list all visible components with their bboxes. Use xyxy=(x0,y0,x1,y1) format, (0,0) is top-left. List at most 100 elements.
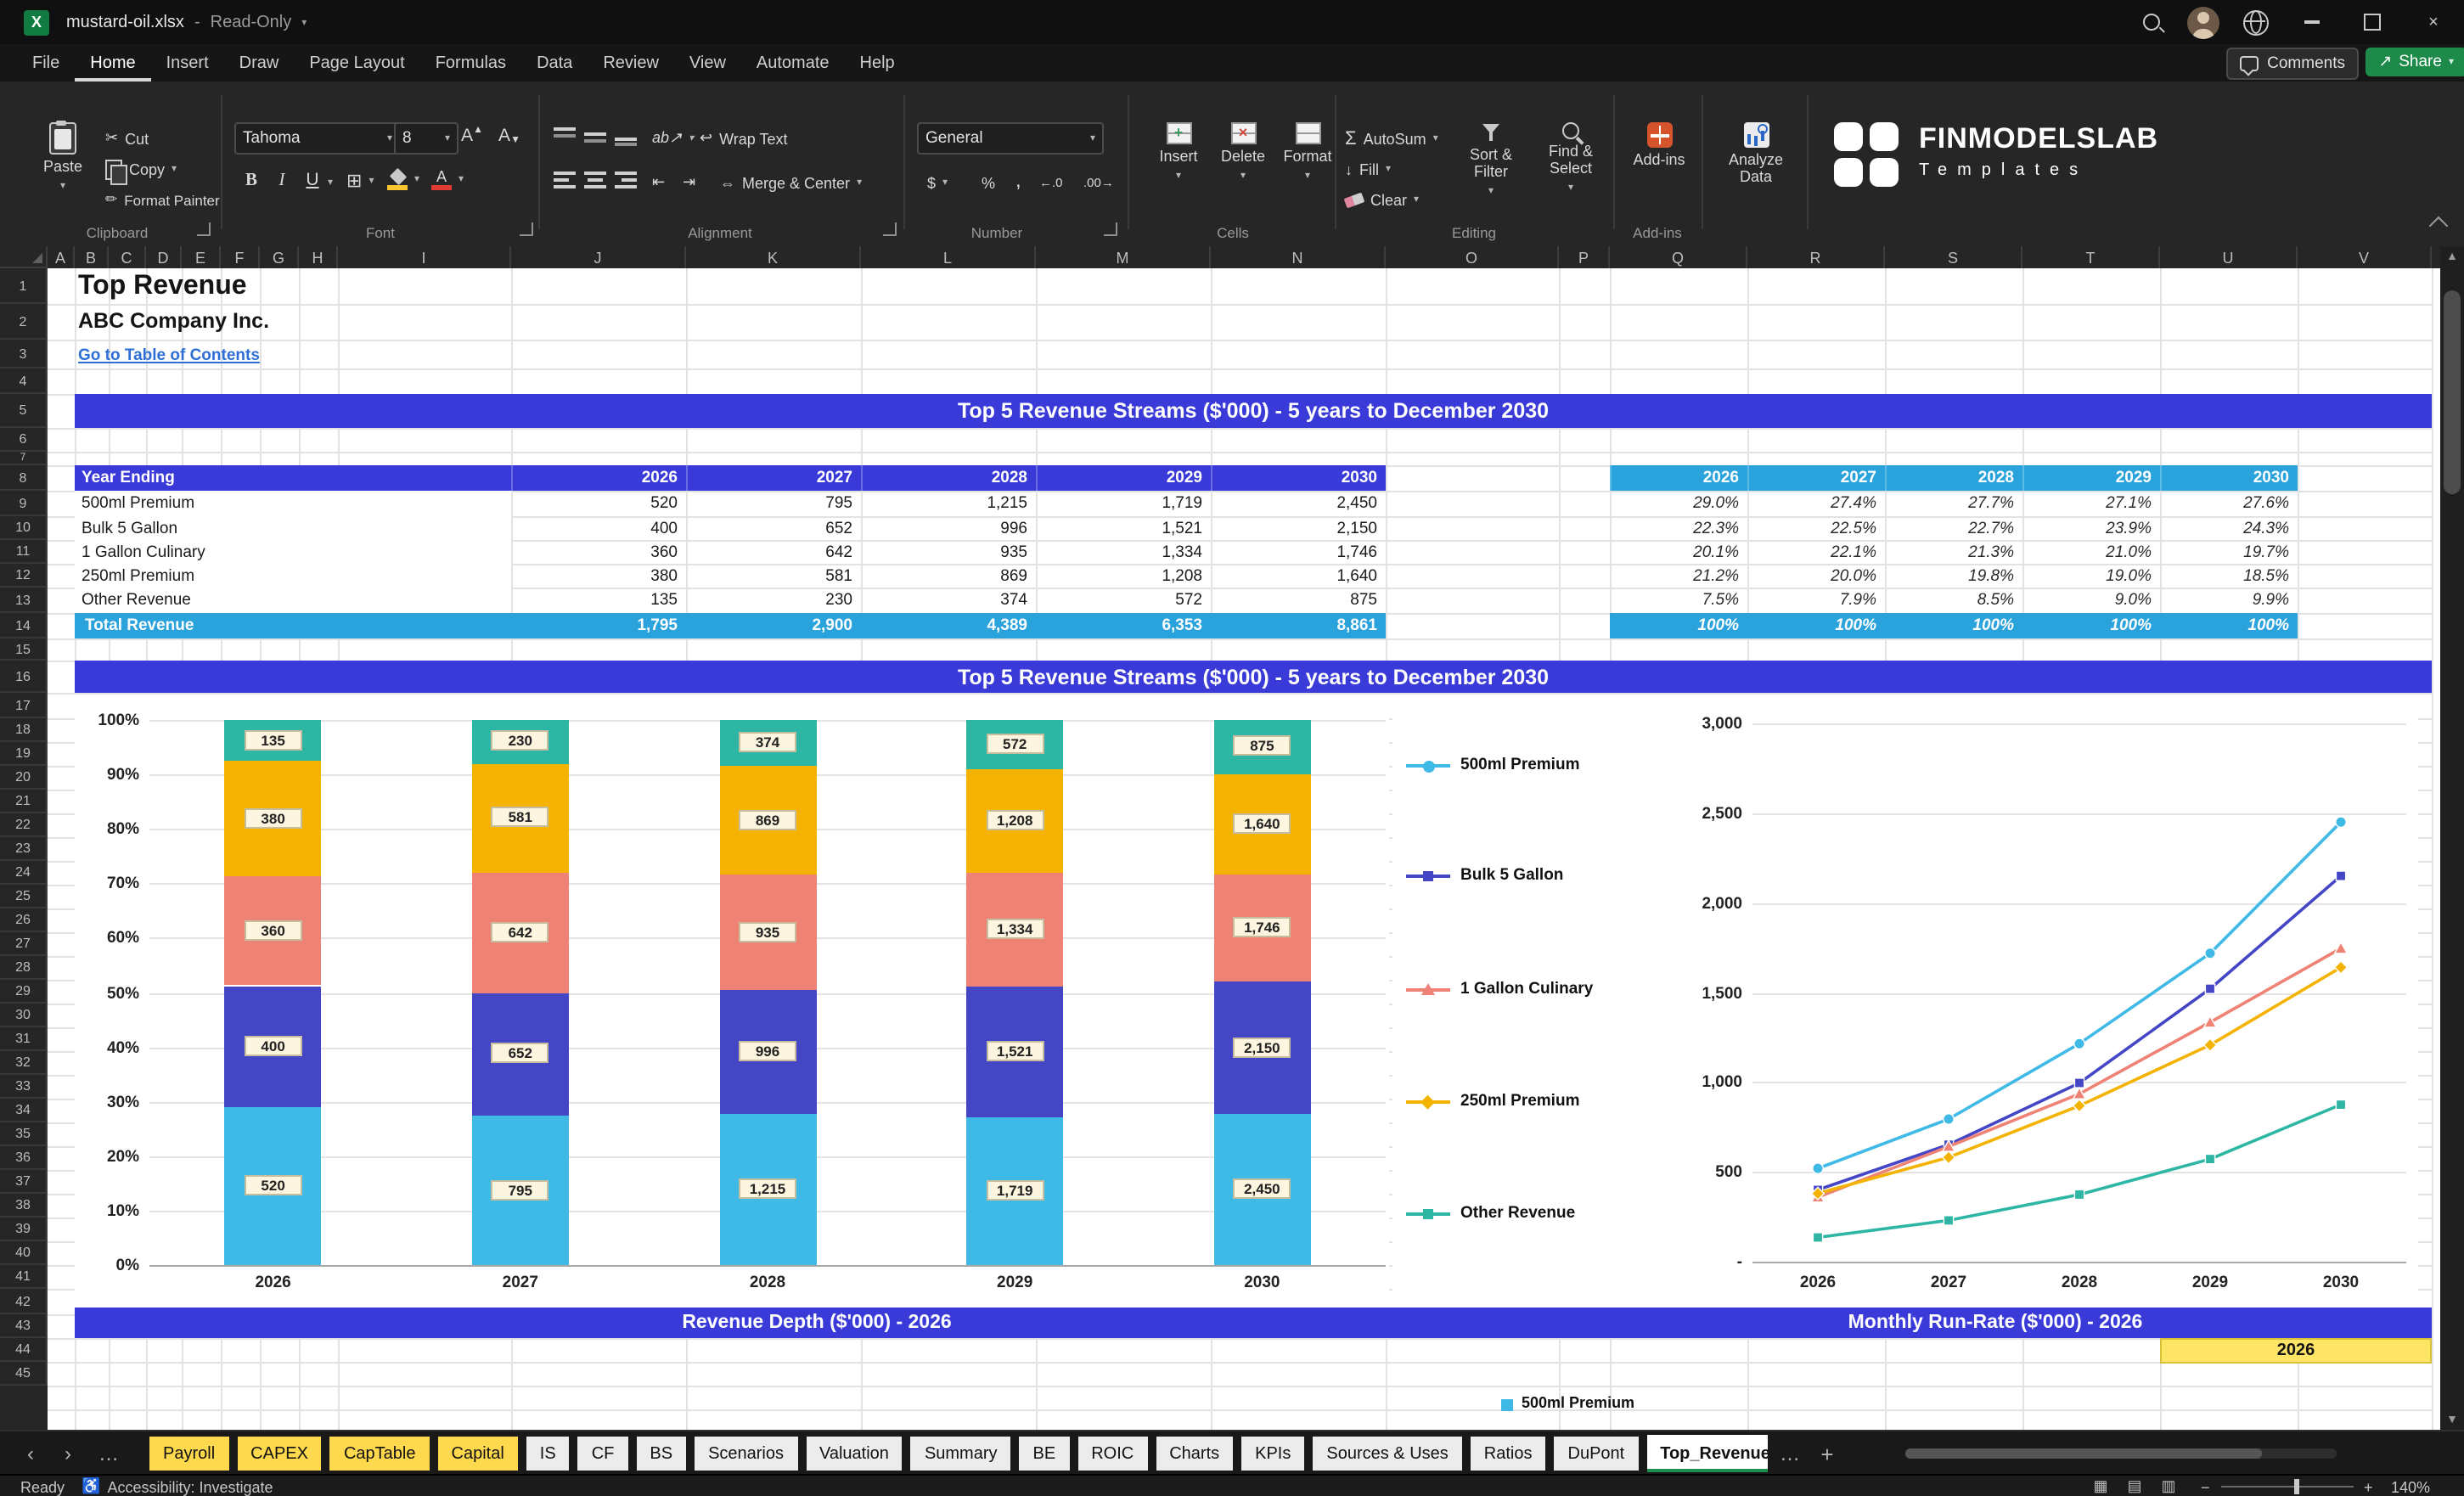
sheet-tab-bs[interactable]: BS xyxy=(636,1437,686,1471)
table-total-cell[interactable]: 6,353 xyxy=(1036,613,1211,638)
table-cell[interactable]: 581 xyxy=(686,564,861,588)
sheet-tab-top-revenue[interactable]: Top_Revenue xyxy=(1646,1435,1768,1472)
table-total-cell[interactable]: 2,900 xyxy=(686,613,861,638)
mix-header-year[interactable]: 2030 xyxy=(2160,465,2298,491)
add-sheet-button[interactable]: + xyxy=(1810,1431,1844,1476)
vertical-scroll-thumb[interactable] xyxy=(2444,290,2461,494)
italic-button[interactable]: I xyxy=(268,166,295,194)
row-header-22[interactable]: 22 xyxy=(0,813,48,837)
toc-link[interactable]: Go to Table of Contents xyxy=(78,346,260,365)
table-cell[interactable]: 1,640 xyxy=(1211,564,1386,588)
underline-caret-icon[interactable]: ▾ xyxy=(328,177,333,188)
table-row-label[interactable]: 500ml Premium xyxy=(75,491,511,516)
row-header-15[interactable]: 15 xyxy=(0,638,48,661)
row-header-24[interactable]: 24 xyxy=(0,861,48,885)
company-name[interactable]: ABC Company Inc. xyxy=(78,309,269,333)
comments-button[interactable]: Comments xyxy=(2226,48,2359,80)
mix-cell[interactable]: 21.2% xyxy=(1610,564,1747,588)
zoom-in-button[interactable]: + xyxy=(2364,1476,2373,1496)
column-header-J[interactable]: J xyxy=(511,246,686,268)
column-header-I[interactable]: I xyxy=(338,246,511,268)
accounting-format-button[interactable]: $▾ xyxy=(927,170,948,195)
banner-top-revenue-streams[interactable]: Top 5 Revenue Streams ($'000) - 5 years … xyxy=(75,394,2432,428)
column-header-A[interactable]: A xyxy=(48,246,75,268)
row-header-42[interactable]: 42 xyxy=(0,1289,48,1314)
table-cell[interactable]: 400 xyxy=(511,516,686,540)
font-dialog-launcher[interactable] xyxy=(520,222,533,236)
table-header-year[interactable]: 2027 xyxy=(686,465,861,491)
alignment-dialog-launcher[interactable] xyxy=(883,222,897,236)
mix-cell[interactable]: 9.0% xyxy=(2022,588,2160,613)
maximize-button[interactable] xyxy=(2342,0,2403,44)
borders-button[interactable]: ⊞▾ xyxy=(346,168,374,194)
page-layout-view-button[interactable]: ▤ xyxy=(2121,1477,2148,1496)
merge-center-button[interactable]: ⇔Merge & Center▾ xyxy=(720,170,862,195)
mix-total-cell[interactable]: 100% xyxy=(1747,613,1885,638)
sort-filter-button[interactable]: Sort & Filter▾ xyxy=(1454,122,1528,200)
table-cell[interactable]: 869 xyxy=(861,564,1036,588)
decrease-font-button[interactable]: A▼ xyxy=(496,122,523,149)
minimize-button[interactable] xyxy=(2281,0,2342,44)
format-painter-button[interactable]: ✏Format Painter xyxy=(105,187,220,212)
normal-view-button[interactable]: ▦ xyxy=(2087,1477,2114,1496)
table-cell[interactable]: 1,719 xyxy=(1036,491,1211,516)
row-header-16[interactable]: 16 xyxy=(0,661,48,693)
search-button[interactable] xyxy=(2128,0,2175,44)
mix-header-year[interactable]: 2027 xyxy=(1747,465,1885,491)
column-header-B[interactable]: B xyxy=(75,246,109,268)
table-cell[interactable]: 572 xyxy=(1036,588,1211,613)
column-header-R[interactable]: R xyxy=(1747,246,1885,268)
row-header-10[interactable]: 10 xyxy=(0,516,48,540)
mix-total-cell[interactable]: 100% xyxy=(2022,613,2160,638)
fill-color-button[interactable]: ▾ xyxy=(387,166,419,192)
table-cell[interactable]: 230 xyxy=(686,588,861,613)
accessibility-status[interactable]: ♿Accessibility: Investigate xyxy=(82,1476,273,1496)
zoom-thumb[interactable] xyxy=(2294,1479,2299,1494)
sheet-tab-roic[interactable]: ROIC xyxy=(1077,1437,1147,1471)
column-header-U[interactable]: U xyxy=(2160,246,2298,268)
mix-cell[interactable]: 27.4% xyxy=(1747,491,1885,516)
row-header-4[interactable]: 4 xyxy=(0,368,48,394)
table-cell[interactable]: 996 xyxy=(861,516,1036,540)
sheet-tab-ratios[interactable]: Ratios xyxy=(1471,1437,1546,1471)
sheet-tab-valuation[interactable]: Valuation xyxy=(806,1437,903,1471)
banner-monthly-runrate[interactable]: Monthly Run-Rate ($'000) - 2026 xyxy=(1559,1308,2432,1338)
table-cell[interactable]: 2,150 xyxy=(1211,516,1386,540)
mix-cell[interactable]: 27.6% xyxy=(2160,491,2298,516)
sheet-tabs-overflow-button[interactable]: … xyxy=(1773,1431,1807,1476)
decrease-decimal-button[interactable]: .00→ xyxy=(1083,170,1114,195)
table-cell[interactable]: 875 xyxy=(1211,588,1386,613)
sheet-tabs-menu-button[interactable]: … xyxy=(92,1431,126,1476)
column-header-E[interactable]: E xyxy=(182,246,221,268)
row-header-43[interactable]: 43 xyxy=(0,1314,48,1338)
mix-cell[interactable]: 18.5% xyxy=(2160,564,2298,588)
table-header-year[interactable]: 2030 xyxy=(1211,465,1386,491)
ribbon-tab-data[interactable]: Data xyxy=(521,44,588,82)
mix-cell[interactable]: 20.1% xyxy=(1610,540,1747,564)
mix-cell[interactable]: 22.7% xyxy=(1885,516,2022,540)
sheet-tab-kpis[interactable]: KPIs xyxy=(1241,1437,1304,1471)
ribbon-tab-home[interactable]: Home xyxy=(75,44,150,82)
format-cells-button[interactable]: Format▾ xyxy=(1277,122,1338,185)
percent-style-button[interactable]: % xyxy=(982,170,995,195)
mix-cell[interactable]: 24.3% xyxy=(2160,516,2298,540)
align-middle-button[interactable] xyxy=(584,127,606,146)
table-cell[interactable]: 1,746 xyxy=(1211,540,1386,564)
horizontal-scrollbar[interactable] xyxy=(1905,1448,2337,1459)
sheet-tab-captable[interactable]: CapTable xyxy=(330,1437,430,1471)
mix-cell[interactable]: 22.5% xyxy=(1747,516,1885,540)
row-header-14[interactable]: 14 xyxy=(0,613,48,638)
row-header-5[interactable]: 5 xyxy=(0,394,48,428)
close-button[interactable]: × xyxy=(2403,0,2464,44)
row-header-25[interactable]: 25 xyxy=(0,885,48,908)
mix-cell[interactable]: 20.0% xyxy=(1747,564,1885,588)
mix-cell[interactable]: 27.1% xyxy=(2022,491,2160,516)
row-header-33[interactable]: 33 xyxy=(0,1075,48,1099)
mix-cell[interactable]: 21.0% xyxy=(2022,540,2160,564)
mix-cell[interactable]: 29.0% xyxy=(1610,491,1747,516)
share-button[interactable]: ↗ Share ▾ xyxy=(2365,48,2464,76)
title-dropdown-icon[interactable]: ▾ xyxy=(301,16,307,28)
sheet-nav-prev-button[interactable]: ‹ xyxy=(14,1431,48,1476)
scroll-down-icon[interactable]: ▼ xyxy=(2440,1409,2464,1430)
decrease-indent-button[interactable]: ⇤ xyxy=(652,170,665,195)
